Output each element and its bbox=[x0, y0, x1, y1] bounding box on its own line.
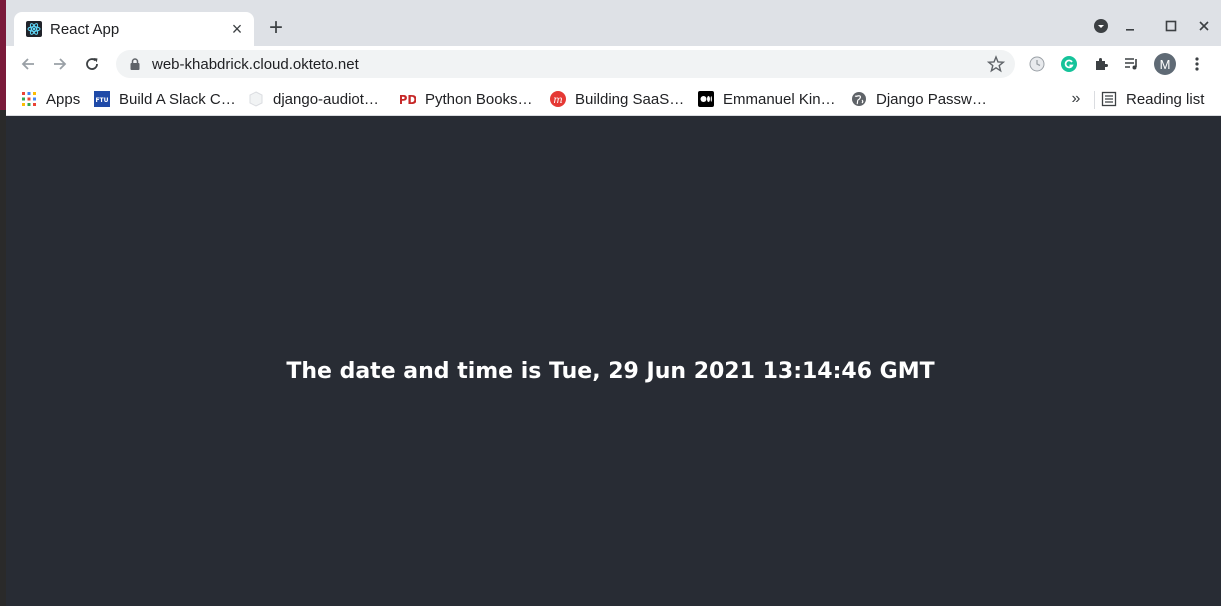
bookmark-label: Build A Slack C… bbox=[119, 90, 236, 108]
bookmark-label: Building SaaS… bbox=[575, 90, 685, 108]
bookmark-label: Apps bbox=[46, 90, 81, 108]
bookmark-django-passw[interactable]: Django Passw… bbox=[851, 88, 987, 110]
bookmarks-bar: Apps FTU Build A Slack C… django-audiot…… bbox=[6, 82, 1221, 116]
tab-title: React App bbox=[50, 20, 120, 38]
svg-text:m: m bbox=[553, 95, 562, 106]
new-tab-icon[interactable]: + bbox=[264, 16, 288, 41]
reading-list-icon bbox=[1101, 91, 1117, 107]
reading-list-label: Reading list bbox=[1126, 90, 1205, 108]
m-logo-icon: m bbox=[550, 91, 566, 107]
reload-icon[interactable] bbox=[79, 51, 105, 77]
menu-dots-icon[interactable] bbox=[1186, 53, 1208, 75]
react-logo-icon bbox=[26, 21, 42, 37]
back-icon[interactable] bbox=[15, 51, 41, 77]
forward-icon[interactable] bbox=[47, 51, 73, 77]
page-viewport: The date and time is Tue, 29 Jun 2021 13… bbox=[6, 116, 1221, 606]
bookmark-label: Emmanuel Kin… bbox=[723, 90, 836, 108]
maximize-icon[interactable] bbox=[1159, 14, 1183, 38]
extension-clock-icon[interactable] bbox=[1026, 53, 1048, 75]
tab-search-icon[interactable] bbox=[1089, 14, 1113, 38]
date-time-message: The date and time is Tue, 29 Jun 2021 13… bbox=[286, 359, 935, 384]
apps-grid-icon bbox=[22, 92, 36, 106]
bookmarks-divider bbox=[1094, 91, 1095, 109]
tab-strip: React App × + bbox=[6, 0, 1221, 46]
medium-icon bbox=[698, 91, 714, 107]
url-text[interactable]: web-khabdrick.cloud.okteto.net bbox=[152, 56, 987, 73]
close-tab-icon[interactable]: × bbox=[226, 18, 248, 40]
avatar-initial: M bbox=[1154, 53, 1176, 75]
extensions-puzzle-icon[interactable] bbox=[1090, 53, 1112, 75]
minimize-icon[interactable] bbox=[1118, 14, 1142, 38]
bookmark-apps[interactable]: Apps bbox=[21, 88, 80, 110]
grammarly-icon[interactable] bbox=[1058, 53, 1080, 75]
profile-avatar[interactable]: M bbox=[1154, 53, 1176, 75]
browser-toolbar: web-khabdrick.cloud.okteto.net M bbox=[6, 46, 1221, 82]
bookmark-building-saas[interactable]: m Building SaaS… bbox=[550, 88, 684, 110]
close-window-icon[interactable] bbox=[1192, 14, 1216, 38]
bookmark-emmanuel[interactable]: Emmanuel Kin… bbox=[698, 88, 836, 110]
svg-text:PD: PD bbox=[400, 93, 416, 107]
bookmark-label: Python Books… bbox=[425, 90, 533, 108]
tab-react-app[interactable]: React App × bbox=[14, 12, 254, 46]
browser-window: React App × + web-khabdrick.cloud.okteto… bbox=[6, 0, 1221, 606]
bookmark-label: django-audiot… bbox=[273, 90, 379, 108]
bookmark-slack[interactable]: FTU Build A Slack C… bbox=[94, 88, 236, 110]
bookmark-django-audiot[interactable]: django-audiot… bbox=[248, 88, 379, 110]
reading-list-button[interactable]: Reading list bbox=[1101, 88, 1204, 110]
more-bookmarks-icon[interactable]: » bbox=[1068, 88, 1084, 110]
globe-icon bbox=[852, 92, 866, 106]
lock-icon[interactable] bbox=[128, 57, 142, 71]
bookmark-label: Django Passw… bbox=[876, 90, 987, 108]
bookmark-python-books[interactable]: PD Python Books… bbox=[400, 88, 533, 110]
svg-text:FTU: FTU bbox=[95, 97, 108, 104]
ftu-icon: FTU bbox=[94, 91, 110, 107]
pd-icon: PD bbox=[400, 93, 416, 107]
bookmark-star-icon[interactable] bbox=[987, 55, 1005, 73]
media-queue-icon[interactable] bbox=[1121, 53, 1143, 75]
cube-icon bbox=[249, 91, 263, 107]
address-bar[interactable]: web-khabdrick.cloud.okteto.net bbox=[116, 50, 1015, 78]
